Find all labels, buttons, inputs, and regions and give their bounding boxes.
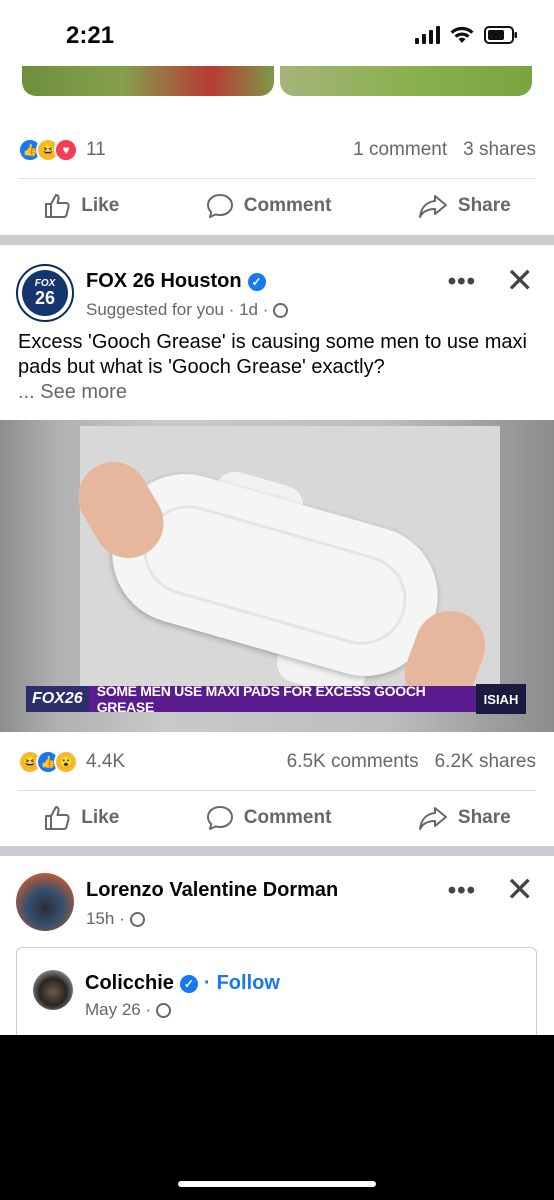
previous-post-images[interactable] bbox=[22, 66, 532, 96]
more-options-button[interactable]: ••• bbox=[448, 877, 476, 905]
verified-badge-icon: ✓ bbox=[247, 272, 266, 291]
reaction-count[interactable]: 11 bbox=[86, 139, 106, 161]
reaction-count[interactable]: 4.4K bbox=[86, 751, 125, 773]
fox26-logo: FOX 26 bbox=[22, 270, 68, 316]
reaction-icons[interactable]: 😆 👍 😮 bbox=[18, 750, 78, 774]
lorenzo-post-header: Lorenzo Valentine Dorman 15h · ••• ✕ bbox=[16, 873, 538, 937]
post-separator bbox=[0, 846, 554, 856]
comment-label: Comment bbox=[243, 195, 332, 216]
previous-post-image-right[interactable] bbox=[280, 66, 532, 96]
share-button[interactable]: Share bbox=[418, 804, 511, 832]
post-author-name[interactable]: Lorenzo Valentine Dorman bbox=[86, 879, 338, 902]
post-video-thumbnail[interactable]: FOX26 SOME MEN USE MAXI PADS FOR EXCESS … bbox=[0, 420, 554, 732]
lorenzo-avatar[interactable] bbox=[16, 873, 74, 931]
fox26-avatar[interactable]: FOX 26 bbox=[16, 264, 74, 322]
follow-separator: · bbox=[203, 972, 211, 994]
fox-post-action-row: Like Comment Share bbox=[0, 790, 554, 846]
wifi-icon bbox=[450, 26, 474, 43]
post-text: Excess 'Gooch Grease' is causing some me… bbox=[18, 330, 538, 405]
post-text-body: Excess 'Gooch Grease' is causing some me… bbox=[18, 331, 527, 378]
see-more-link[interactable]: ... See more bbox=[18, 381, 127, 403]
previous-post-reaction-row: 👍 😆 ♥ 11 1 comment 3 shares bbox=[18, 130, 536, 170]
shared-post-meta: May 26 · bbox=[85, 1000, 172, 1020]
verified-badge-icon: ✓ bbox=[179, 974, 198, 993]
post-meta-text: 15h · bbox=[86, 909, 125, 928]
comment-count[interactable]: 1 comment bbox=[353, 139, 447, 161]
shared-post-card[interactable]: Colicchie ✓ · Follow May 26 · bbox=[16, 947, 537, 1047]
share-arrow-icon bbox=[418, 195, 447, 218]
shared-post-header: Colicchie ✓ · Follow May 26 · bbox=[33, 970, 513, 1034]
status-icons bbox=[415, 26, 518, 44]
wow-reaction-icon: 😮 bbox=[54, 750, 78, 774]
share-button[interactable]: Share bbox=[418, 192, 511, 220]
comment-bubble-icon bbox=[206, 806, 233, 830]
globe-icon bbox=[156, 1002, 172, 1018]
shared-author: Colicchie ✓ · Follow bbox=[85, 972, 280, 995]
fox26-logo-bottom: 26 bbox=[34, 288, 56, 308]
post-meta: 15h · bbox=[86, 909, 145, 929]
like-label: Like bbox=[81, 195, 120, 216]
more-options-button[interactable]: ••• bbox=[448, 268, 476, 296]
status-time: 2:21 bbox=[66, 22, 115, 49]
follow-button[interactable]: Follow bbox=[217, 972, 280, 995]
like-label: Like bbox=[81, 807, 120, 828]
status-bar: 2:21 bbox=[0, 0, 554, 70]
share-label: Share bbox=[457, 195, 511, 216]
comment-bubble-icon bbox=[206, 194, 233, 218]
post-meta-text: Suggested for you · 1d · bbox=[86, 300, 269, 319]
share-label: Share bbox=[457, 807, 511, 828]
colicchie-avatar[interactable] bbox=[33, 970, 73, 1010]
shared-author-name[interactable]: Colicchie bbox=[85, 972, 174, 995]
comment-button[interactable]: Comment bbox=[206, 192, 332, 220]
previous-post-action-row: Like Comment Share bbox=[0, 178, 554, 234]
news-ticker: FOX26 SOME MEN USE MAXI PADS FOR EXCESS … bbox=[26, 683, 526, 715]
ticker-brand: FOX26 bbox=[26, 686, 89, 712]
thumbs-up-icon bbox=[45, 194, 70, 218]
globe-icon bbox=[129, 911, 145, 927]
post-meta: Suggested for you · 1d · bbox=[86, 300, 289, 320]
comment-label: Comment bbox=[243, 807, 332, 828]
share-count[interactable]: 3 shares bbox=[463, 139, 536, 161]
battery-icon bbox=[484, 26, 517, 44]
share-count[interactable]: 6.2K shares bbox=[435, 751, 536, 773]
comment-button[interactable]: Comment bbox=[206, 804, 332, 832]
post-author-name[interactable]: FOX 26 Houston bbox=[86, 270, 242, 293]
bottom-black-area bbox=[0, 1035, 554, 1200]
ticker-show-logo: ISIAH bbox=[476, 684, 526, 714]
like-button[interactable]: Like bbox=[43, 804, 119, 832]
post-author[interactable]: FOX 26 Houston ✓ bbox=[86, 270, 266, 293]
shared-post-meta-text: May 26 · bbox=[85, 1000, 152, 1019]
previous-post-image-left[interactable] bbox=[22, 66, 274, 96]
signal-icon bbox=[415, 26, 440, 44]
post-author[interactable]: Lorenzo Valentine Dorman bbox=[86, 879, 338, 902]
love-reaction-icon: ♥ bbox=[54, 138, 78, 162]
home-indicator[interactable] bbox=[178, 1181, 376, 1187]
close-post-button[interactable]: ✕ bbox=[506, 264, 535, 298]
comment-count[interactable]: 6.5K comments bbox=[287, 751, 419, 773]
fox-post-header: FOX 26 FOX 26 Houston ✓ Suggested for yo… bbox=[16, 264, 538, 328]
reaction-icons[interactable]: 👍 😆 ♥ bbox=[18, 138, 78, 162]
like-button[interactable]: Like bbox=[43, 192, 119, 220]
globe-icon bbox=[273, 302, 289, 318]
ticker-headline: SOME MEN USE MAXI PADS FOR EXCESS GOOCH … bbox=[88, 683, 476, 715]
post-separator bbox=[0, 235, 554, 245]
fox-post-reaction-row: 😆 👍 😮 4.4K 6.5K comments 6.2K shares bbox=[18, 742, 536, 782]
share-arrow-icon bbox=[418, 807, 447, 830]
close-post-button[interactable]: ✕ bbox=[506, 873, 535, 907]
thumbs-up-icon bbox=[45, 806, 70, 830]
